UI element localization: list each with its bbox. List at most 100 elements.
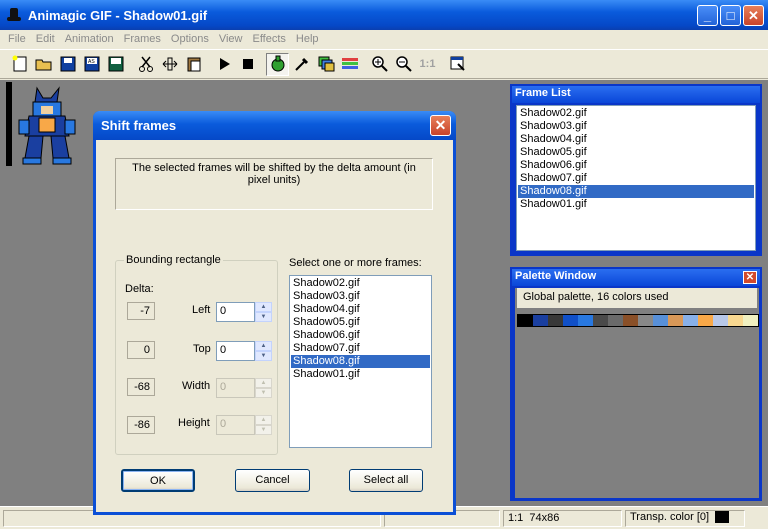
minimize-icon: _ bbox=[703, 8, 712, 23]
menu-effects[interactable]: Effects bbox=[247, 33, 290, 45]
close-icon: ✕ bbox=[434, 117, 447, 133]
left-field[interactable]: 0 bbox=[216, 302, 255, 322]
palette-color-swatch[interactable] bbox=[518, 315, 533, 326]
frame-list-item-selected[interactable]: Shadow08.gif bbox=[518, 185, 754, 198]
palette-color-swatch[interactable] bbox=[623, 315, 638, 326]
paste-button[interactable] bbox=[182, 53, 205, 76]
palette-color-swatch[interactable] bbox=[533, 315, 548, 326]
zoom-in-button[interactable] bbox=[368, 53, 391, 76]
top-spinner[interactable]: 0 ▲ ▼ bbox=[216, 341, 272, 361]
frames-label: Select one or more frames: bbox=[289, 257, 422, 269]
frame-list-item[interactable]: Shadow04.gif bbox=[518, 133, 754, 146]
spin-up-icon[interactable]: ▲ bbox=[255, 341, 272, 351]
new-button[interactable] bbox=[8, 53, 31, 76]
zoom-out-button[interactable] bbox=[392, 53, 415, 76]
palette-color-swatch[interactable] bbox=[668, 315, 683, 326]
close-button[interactable]: ✕ bbox=[743, 5, 764, 26]
menu-view[interactable]: View bbox=[214, 33, 248, 45]
frames-list-item[interactable]: Shadow07.gif bbox=[291, 342, 430, 355]
spin-up-icon: ▲ bbox=[255, 378, 272, 388]
height-spinner: 0 ▲ ▼ bbox=[216, 415, 272, 435]
maximize-button[interactable]: □ bbox=[720, 5, 741, 26]
frames-list-item[interactable]: Shadow05.gif bbox=[291, 316, 430, 329]
status-transp: Transp. color [0] bbox=[625, 509, 745, 527]
palette-color-swatch[interactable] bbox=[608, 315, 623, 326]
frame-list[interactable]: Shadow02.gif Shadow03.gif Shadow04.gif S… bbox=[516, 105, 756, 251]
play-icon bbox=[219, 58, 230, 70]
menu-edit[interactable]: Edit bbox=[31, 33, 60, 45]
frame-list-item[interactable]: Shadow07.gif bbox=[518, 172, 754, 185]
dialog-titlebar[interactable]: Shift frames ✕ bbox=[93, 111, 456, 140]
height-field: 0 bbox=[216, 415, 255, 435]
dialog-close-button[interactable]: ✕ bbox=[430, 115, 451, 136]
status-transp-label: Transp. color [0] bbox=[630, 510, 710, 523]
spin-down-icon[interactable]: ▼ bbox=[255, 351, 272, 361]
frames-icon bbox=[318, 56, 334, 72]
svg-text:AS: AS bbox=[88, 59, 95, 65]
transparency-button[interactable] bbox=[266, 52, 289, 76]
shift-frames-dialog: Shift frames ✕ The selected frames will … bbox=[93, 111, 456, 515]
left-spinner[interactable]: 0 ▲ ▼ bbox=[216, 302, 272, 322]
frame-list-item[interactable]: Shadow02.gif bbox=[518, 107, 754, 120]
ok-button[interactable]: OK bbox=[121, 469, 195, 492]
frame-list-item[interactable]: Shadow05.gif bbox=[518, 146, 754, 159]
palette-panel: Palette Window ✕ Global palette, 16 colo… bbox=[510, 267, 762, 501]
palette-color-swatch[interactable] bbox=[548, 315, 563, 326]
palette-color-swatch[interactable] bbox=[638, 315, 653, 326]
palette-color-swatch[interactable] bbox=[578, 315, 593, 326]
save-as-button[interactable]: AS bbox=[80, 53, 103, 76]
save-button[interactable] bbox=[56, 53, 79, 76]
dialog-info-box: The selected frames will be shifted by t… bbox=[115, 158, 433, 210]
frames-list-item[interactable]: Shadow06.gif bbox=[291, 329, 430, 342]
palette-body: Global palette, 16 colors used bbox=[515, 288, 759, 498]
open-button[interactable] bbox=[32, 53, 55, 76]
resize-button[interactable] bbox=[158, 53, 181, 76]
actual-size-button[interactable]: 1:1 bbox=[416, 53, 439, 76]
transparency-icon bbox=[271, 55, 284, 72]
frames-select-list[interactable]: Shadow02.gif Shadow03.gif Shadow04.gif S… bbox=[289, 275, 432, 448]
frame-list-item[interactable]: Shadow06.gif bbox=[518, 159, 754, 172]
select-all-button[interactable]: Select all bbox=[349, 469, 423, 492]
stop-button[interactable] bbox=[236, 53, 259, 76]
frame-list-item[interactable]: Shadow01.gif bbox=[518, 198, 754, 211]
minimize-button[interactable]: _ bbox=[697, 5, 718, 26]
spin-down-icon[interactable]: ▼ bbox=[255, 312, 272, 322]
frames-list-item-selected[interactable]: Shadow08.gif bbox=[291, 355, 430, 368]
menu-help[interactable]: Help bbox=[291, 33, 324, 45]
frames-list-item[interactable]: Shadow04.gif bbox=[291, 303, 430, 316]
sprite-preview bbox=[18, 86, 76, 165]
menu-frames[interactable]: Frames bbox=[119, 33, 166, 45]
frame-list-item[interactable]: Shadow03.gif bbox=[518, 120, 754, 133]
palette-color-swatch[interactable] bbox=[683, 315, 698, 326]
eyedropper-button[interactable] bbox=[290, 53, 313, 76]
spin-up-icon[interactable]: ▲ bbox=[255, 302, 272, 312]
palette-color-swatch[interactable] bbox=[653, 315, 668, 326]
menu-animation[interactable]: Animation bbox=[60, 33, 119, 45]
palette-color-swatch[interactable] bbox=[743, 315, 758, 326]
menu-options[interactable]: Options bbox=[166, 33, 214, 45]
main-titlebar[interactable]: Animagic GIF - Shadow01.gif _ □ ✕ bbox=[0, 0, 768, 30]
palette-color-swatch[interactable] bbox=[563, 315, 578, 326]
palette-color-swatch[interactable] bbox=[698, 315, 713, 326]
frames-list-item[interactable]: Shadow03.gif bbox=[291, 290, 430, 303]
palette-color-swatch[interactable] bbox=[713, 315, 728, 326]
cancel-button[interactable]: Cancel bbox=[235, 469, 310, 492]
palette-close-button[interactable]: ✕ bbox=[743, 271, 757, 284]
top-field[interactable]: 0 bbox=[216, 341, 255, 361]
frames-list-item[interactable]: Shadow02.gif bbox=[291, 277, 430, 290]
play-button[interactable] bbox=[212, 53, 235, 76]
save-all-button[interactable] bbox=[104, 53, 127, 76]
group-label: Bounding rectangle bbox=[124, 254, 223, 266]
frames-list-item[interactable]: Shadow01.gif bbox=[291, 368, 430, 381]
palette-color-swatch[interactable] bbox=[728, 315, 743, 326]
cut-button[interactable] bbox=[134, 53, 157, 76]
menu-file[interactable]: File bbox=[3, 33, 31, 45]
actual-size-icon: 1:1 bbox=[419, 58, 436, 70]
top-hat-icon bbox=[6, 7, 22, 23]
palette-button[interactable] bbox=[338, 53, 361, 76]
properties-button[interactable] bbox=[446, 53, 469, 76]
frames-button[interactable] bbox=[314, 53, 337, 76]
left-label: Left bbox=[192, 304, 211, 316]
palette-color-swatch[interactable] bbox=[593, 315, 608, 326]
new-icon bbox=[12, 55, 26, 72]
